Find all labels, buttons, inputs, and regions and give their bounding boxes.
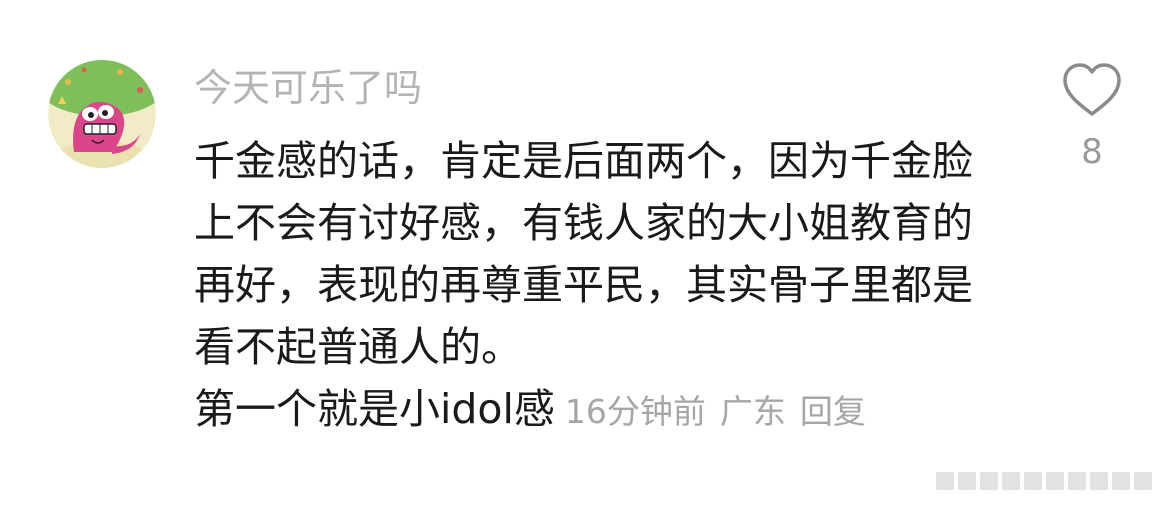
username[interactable]: 今天可乐了吗 xyxy=(194,62,422,114)
comment-text-line: 第一个就是小idol感 xyxy=(194,385,555,433)
comment-text-line: 上不会有讨好感，有钱人家的大小姐教育的 xyxy=(194,199,973,247)
reply-button[interactable]: 回复 xyxy=(800,392,866,431)
comment-text-line: 看不起普通人的。 xyxy=(194,323,522,371)
comment-last-line: 第一个就是小idol感 16分钟前 广东 回复 xyxy=(194,378,1024,443)
like-button[interactable]: 8 xyxy=(1058,62,1126,172)
comment-text-line: 千金感的话，肯定是后面两个，因为千金脸 xyxy=(194,137,973,185)
avatar[interactable] xyxy=(48,60,156,168)
heart-icon[interactable] xyxy=(1061,62,1123,118)
comment-time: 16分钟前 xyxy=(564,392,706,431)
watermark-logo xyxy=(936,472,1152,490)
comment-text-line: 再好，表现的再尊重平民，其实骨子里都是 xyxy=(194,261,973,309)
comment-body: 千金感的话，肯定是后面两个，因为千金脸 上不会有讨好感，有钱人家的大小姐教育的 … xyxy=(194,130,1024,443)
dinosaur-avatar-icon xyxy=(48,60,156,168)
comment-item: 今天可乐了吗 千金感的话，肯定是后面两个，因为千金脸 上不会有讨好感，有钱人家的… xyxy=(0,0,1170,506)
like-count: 8 xyxy=(1081,132,1103,172)
comment-location: 广东 xyxy=(719,392,786,431)
comment-meta: 16分钟前 广东 回复 xyxy=(565,392,866,431)
